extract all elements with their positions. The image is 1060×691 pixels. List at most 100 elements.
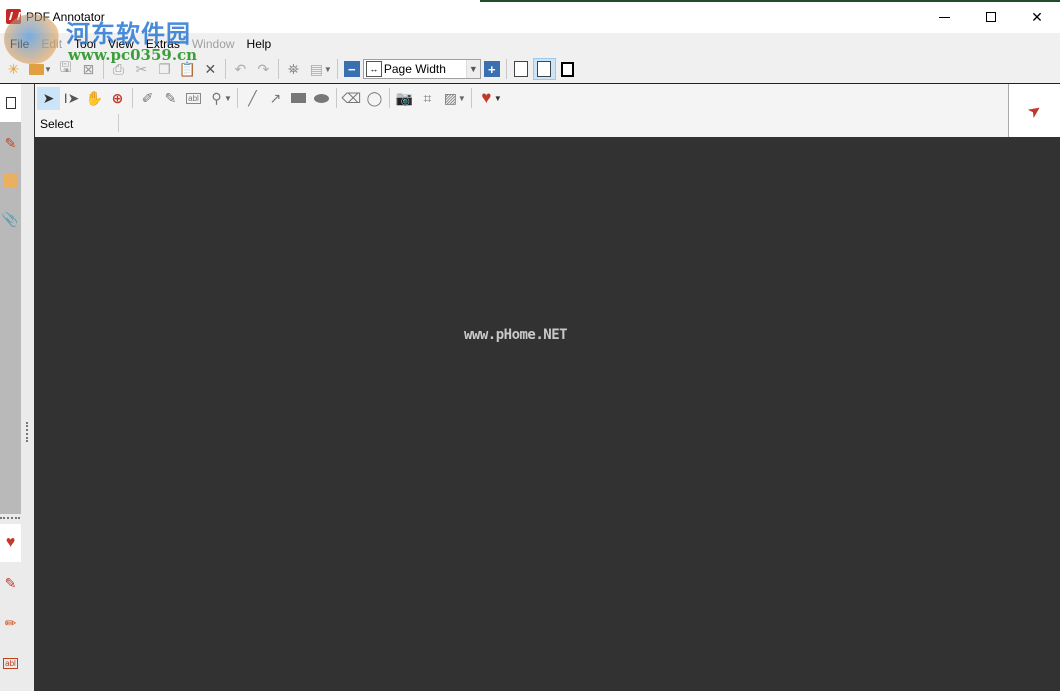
highlighter-icon: ✎ xyxy=(164,89,177,106)
zoom-level-select[interactable]: ↔ Page Width ▼ xyxy=(362,59,481,79)
toolbar-separator xyxy=(236,88,238,108)
whole-page-icon xyxy=(514,61,529,77)
zoom-in-button[interactable]: + xyxy=(483,61,500,77)
heart-icon: ♥ xyxy=(481,88,492,107)
marker-icon: ✏ xyxy=(4,614,17,631)
lasso-tool-button[interactable]: ◯ xyxy=(363,87,386,110)
arrow-tool-button[interactable]: ↗ xyxy=(264,87,287,110)
sidebar-tab-marker[interactable]: ✏ xyxy=(0,604,21,642)
marker-tool-button[interactable]: ✎ xyxy=(159,87,182,110)
menu-window[interactable]: Window xyxy=(186,37,241,51)
heart-icon: ♥ xyxy=(5,534,16,551)
stamp-dropdown-arrow[interactable]: ▼ xyxy=(224,94,232,103)
cut-button[interactable]: ✂ xyxy=(130,58,153,80)
sidebar-tabs-top: ✎ 📎 xyxy=(0,84,21,514)
menu-help[interactable]: Help xyxy=(241,37,278,51)
minimize-button[interactable] xyxy=(921,2,967,32)
copy-icon: ❐ xyxy=(158,60,171,77)
print-button[interactable]: ⎙ xyxy=(107,58,130,80)
close-button[interactable]: ✕ xyxy=(1014,2,1060,32)
crop-tool-button[interactable]: ⌗ xyxy=(416,87,439,110)
save-as-button[interactable]: ⊠ xyxy=(77,58,100,80)
page-width-icon: ↔ xyxy=(365,61,382,77)
hand-tool-button[interactable]: ✋ xyxy=(83,87,106,110)
redo-icon: ↷ xyxy=(257,60,270,77)
toolbar-separator xyxy=(470,88,472,108)
line-icon: ╱ xyxy=(248,89,257,106)
favorites-dropdown-arrow[interactable]: ▼ xyxy=(494,94,502,103)
copy-button[interactable]: ❐ xyxy=(153,58,176,80)
paste-button[interactable]: 📋 xyxy=(176,58,199,80)
page-layout-icon: ▤ xyxy=(309,60,324,77)
binoculars-icon: ⛯ xyxy=(287,60,300,77)
open-dropdown-arrow[interactable]: ▼ xyxy=(44,65,52,74)
chevron-down-icon[interactable]: ▼ xyxy=(465,60,480,78)
whole-page-button[interactable] xyxy=(510,58,533,80)
zoom-level-value: Page Width xyxy=(383,62,446,76)
page-width-button[interactable] xyxy=(532,58,556,80)
text-box-icon: abl xyxy=(3,657,18,669)
rectangle-icon xyxy=(290,93,306,103)
text-select-tool-button[interactable]: I➤ xyxy=(60,87,83,110)
current-tool-indicator: ➤ xyxy=(1008,84,1060,137)
line-tool-button[interactable]: ╱ xyxy=(241,87,264,110)
text-box-tool-button[interactable]: abl xyxy=(182,87,205,110)
cut-icon: ✂ xyxy=(135,60,148,77)
snapshot-tool-button[interactable]: 📷 xyxy=(393,87,416,110)
menu-view[interactable]: View xyxy=(102,37,140,51)
left-sidebar: ✎ 📎 ♥ ✎ ✏ abl xyxy=(0,84,34,691)
rectangle-tool-button[interactable] xyxy=(287,87,310,110)
delete-icon: ✕ xyxy=(204,60,217,77)
find-button[interactable]: ⛯ xyxy=(282,58,305,80)
paste-icon: 📋 xyxy=(178,60,197,77)
sidebar-tab-pen[interactable]: ✎ xyxy=(0,564,21,602)
sidebar-tab-notes[interactable] xyxy=(0,162,21,200)
text-select-icon: I➤ xyxy=(63,89,80,106)
save-as-icon: ⊠ xyxy=(82,60,95,77)
eraser-tool-button[interactable]: ⌫ xyxy=(340,87,363,110)
toolbar-separator xyxy=(102,59,104,79)
sidebar-split-handle[interactable] xyxy=(0,517,20,519)
undo-button[interactable]: ↶ xyxy=(229,58,252,80)
maximize-button[interactable] xyxy=(968,2,1014,32)
save-icon: 🖫 xyxy=(59,59,72,75)
full-screen-button[interactable] xyxy=(556,58,579,80)
paperclip-icon: 📎 xyxy=(1,210,20,227)
menu-extras[interactable]: Extras xyxy=(140,37,186,51)
red-cursor-icon: ➤ xyxy=(1024,100,1046,122)
undo-icon: ↶ xyxy=(234,60,247,77)
page-width-view-icon xyxy=(537,61,552,77)
sidebar-tab-pages[interactable] xyxy=(0,84,21,122)
title-bar: PDF Annotator ✕ xyxy=(0,2,1060,32)
app-logo-icon xyxy=(6,9,21,24)
redo-button[interactable]: ↷ xyxy=(252,58,275,80)
toolbar-separator xyxy=(224,59,226,79)
delete-button[interactable]: ✕ xyxy=(199,58,222,80)
document-area[interactable]: www.pHome.NET xyxy=(34,137,1060,691)
bookmark-icon: ✎ xyxy=(4,134,17,151)
text-box-icon: abl xyxy=(186,92,201,104)
pen-tool-button[interactable]: ✐ xyxy=(136,87,159,110)
insert-image-icon: ▨ xyxy=(443,89,458,106)
current-tool-label: Select xyxy=(40,117,74,131)
menu-tool[interactable]: Tool xyxy=(68,37,102,51)
new-document-button[interactable]: ✳ xyxy=(2,58,25,80)
save-button[interactable]: 🖫 xyxy=(54,58,77,80)
zoom-out-button[interactable]: − xyxy=(343,61,360,77)
open-folder-icon xyxy=(29,63,44,75)
menu-edit[interactable]: Edit xyxy=(35,37,68,51)
sidebar-resize-handle[interactable] xyxy=(26,422,28,442)
ellipse-icon xyxy=(313,93,329,103)
toolbar-separator xyxy=(132,88,133,108)
ellipse-tool-button[interactable] xyxy=(310,87,333,110)
page-layout-dropdown-arrow[interactable]: ▼ xyxy=(324,65,332,74)
insert-image-dropdown-arrow[interactable]: ▼ xyxy=(458,94,466,103)
menu-file[interactable]: File xyxy=(4,37,35,51)
sidebar-tab-bookmarks[interactable]: ✎ xyxy=(0,124,21,162)
sidebar-tab-text[interactable]: abl xyxy=(0,644,21,682)
select-tool-button[interactable]: ➤ xyxy=(37,86,60,110)
zoom-tool-button[interactable]: ⊕ xyxy=(106,87,129,110)
magnifier-plus-icon: ⊕ xyxy=(111,89,124,106)
sidebar-tab-attachments[interactable]: 📎 xyxy=(0,200,21,238)
sidebar-tab-favorites[interactable]: ♥ xyxy=(0,524,21,562)
